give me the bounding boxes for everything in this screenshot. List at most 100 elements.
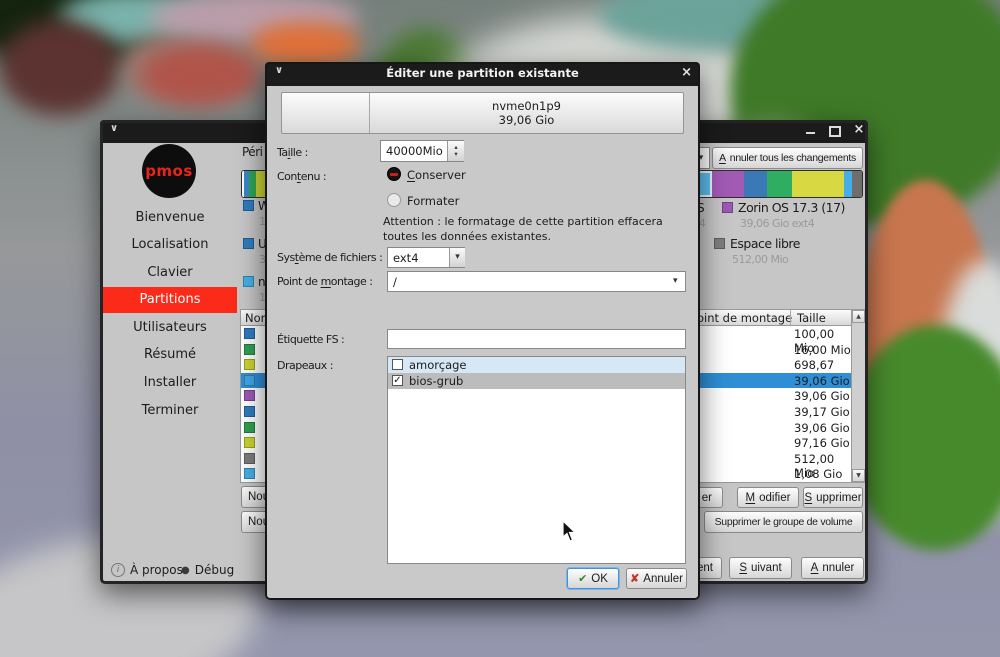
column-mountpoint[interactable]: oint de montage — [697, 311, 792, 325]
close-button[interactable]: × — [852, 123, 866, 137]
desktop: ∨ × pmos Bienvenue Localisation Clavier … — [0, 0, 1000, 657]
mountpoint-combo[interactable]: / — [387, 271, 686, 292]
sidebar-item-installer[interactable]: Installer — [103, 373, 237, 393]
window-menu-chevron-icon[interactable]: ∨ — [110, 123, 118, 134]
pmos-logo: pmos — [142, 144, 196, 198]
checkbox-icon[interactable] — [392, 359, 403, 370]
legend-size: 512,00 Mio — [732, 253, 788, 266]
partition-bar-segment[interactable] — [852, 171, 862, 197]
checkbox-icon[interactable]: ✓ — [392, 375, 403, 386]
debug-button[interactable]: ● Débug — [181, 563, 234, 577]
sidebar-item-resume[interactable]: Résumé — [103, 345, 237, 365]
flag-row-amorcage[interactable]: amorçage — [388, 357, 685, 373]
ok-button[interactable]: ✔ OK — [567, 568, 619, 589]
partition-bar-segment[interactable] — [767, 171, 792, 197]
format-radio-label[interactable]: Formater — [407, 194, 459, 208]
device-label: Péri — [242, 145, 262, 159]
partition-color-swatch — [244, 422, 255, 433]
scroll-up-icon[interactable]: ▲ — [852, 310, 865, 323]
mouse-cursor — [562, 520, 580, 544]
partition-color-swatch — [244, 468, 255, 479]
keep-radio-label[interactable]: Conserver — [407, 168, 466, 182]
debug-icon: ● — [181, 565, 190, 576]
cancel-button[interactable]: Annuler — [801, 557, 864, 579]
partition-color-swatch — [244, 328, 255, 339]
partition-color-swatch — [244, 390, 255, 401]
minimize-button[interactable] — [803, 122, 817, 138]
partition-bar-segment[interactable] — [844, 171, 852, 197]
edit-button[interactable]: Modifier — [737, 487, 799, 508]
partition-bar-segment[interactable] — [792, 171, 844, 197]
dialog-cancel-button[interactable]: ✘ Annuler — [626, 568, 687, 589]
about-label: À propos — [130, 563, 183, 577]
cancel-x-icon: ✘ — [630, 572, 639, 585]
flags-label: Drapeaux : — [277, 359, 333, 372]
column-divider — [790, 310, 791, 325]
partition-color-swatch — [244, 359, 255, 370]
preview-segment-other — [282, 93, 370, 133]
mountpoint-label: Point de montage : — [277, 275, 373, 288]
size-label: Taille : — [277, 146, 308, 159]
flag-label: amorçage — [409, 357, 467, 373]
partition-bar-segment[interactable] — [249, 171, 256, 197]
spin-buttons[interactable]: ▴ ▾ — [447, 141, 464, 161]
column-size[interactable]: Taille — [797, 311, 826, 325]
partition-color-swatch — [244, 344, 255, 355]
bg-blob — [0, 20, 120, 115]
format-radio[interactable] — [387, 193, 401, 207]
format-warning-text: Attention : le formatage de cette partit… — [383, 215, 691, 244]
column-name[interactable]: Nor — [245, 311, 265, 325]
sidebar-item-terminer[interactable]: Terminer — [103, 401, 237, 421]
filesystem-label: Système de fichiers : — [277, 251, 382, 264]
fs-label-input[interactable] — [387, 329, 686, 349]
partition-bar-segment[interactable] — [712, 171, 745, 197]
scroll-down-icon[interactable]: ▼ — [852, 469, 865, 482]
flags-list[interactable]: amorçage ✓ bios-grub — [387, 356, 686, 564]
legend-color-swatch — [243, 200, 254, 211]
next-button[interactable]: Suivant — [729, 557, 792, 579]
sidebar-item-utilisateurs[interactable]: Utilisateurs — [103, 318, 237, 338]
sidebar-item-partitions[interactable]: Partitions — [103, 287, 237, 313]
fs-label-label: Étiquette FS : — [277, 333, 344, 346]
sidebar-item-localisation[interactable]: Localisation — [103, 235, 237, 255]
filesystem-combo-button[interactable]: ▾ — [449, 248, 465, 267]
dialog-title: Éditer une partition existante — [265, 66, 700, 80]
legend-size: 39,06 Gio ext4 — [740, 217, 814, 230]
delete-volume-group-button[interactable]: Supprimer le groupe de volume — [704, 511, 863, 533]
partition-bar-segment[interactable] — [744, 171, 767, 197]
legend-color-swatch — [243, 238, 254, 249]
sidebar-item-bienvenue[interactable]: Bienvenue — [103, 208, 237, 228]
content-label: Contenu : — [277, 170, 326, 183]
chevron-down-icon[interactable]: ▾ — [673, 277, 678, 286]
info-icon: i — [111, 563, 125, 577]
chevron-down-icon: ▾ — [455, 253, 460, 262]
flag-row-bios-grub[interactable]: ✓ bios-grub — [388, 373, 685, 389]
keep-radio[interactable] — [387, 167, 401, 181]
ok-check-icon: ✔ — [578, 572, 587, 585]
preview-partition-name: nvme0n1p9 — [492, 99, 561, 113]
edit-partition-dialog: ∨ Éditer une partition existante × nvme0… — [265, 62, 700, 600]
legend-color-swatch — [714, 238, 725, 249]
revert-all-changes-button[interactable]: Annuler tous les changements — [712, 147, 863, 169]
delete-button[interactable]: Supprimer — [803, 487, 863, 508]
preview-segment-current: nvme0n1p9 39,06 Gio — [370, 93, 683, 133]
partition-color-swatch — [244, 375, 255, 386]
dialog-titlebar[interactable]: ∨ Éditer une partition existante × — [265, 62, 700, 86]
partition-color-swatch — [244, 406, 255, 417]
dialog-close-button[interactable]: × — [681, 66, 692, 80]
sidebar-item-clavier[interactable]: Clavier — [103, 263, 237, 283]
spin-down-icon[interactable]: ▾ — [454, 151, 457, 158]
legend-color-swatch — [722, 202, 733, 213]
maximize-button[interactable] — [828, 122, 842, 138]
legend-label: Espace libre — [730, 236, 800, 251]
flag-label: bios-grub — [409, 373, 463, 389]
pmos-logo-text: pmos — [145, 162, 193, 180]
legend-color-swatch — [243, 276, 254, 287]
table-scrollbar[interactable]: ▲ ▼ — [851, 309, 866, 483]
bg-blob — [250, 22, 360, 67]
partition-color-swatch — [244, 437, 255, 448]
about-button[interactable]: i À propos — [111, 563, 183, 577]
debug-label: Débug — [195, 563, 234, 577]
bg-blob — [140, 45, 260, 105]
legend-label: Zorin OS 17.3 (17) — [738, 200, 845, 215]
